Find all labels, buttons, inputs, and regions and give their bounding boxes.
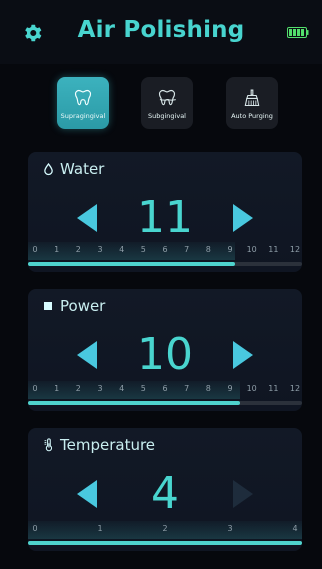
- water-label: Water: [60, 159, 105, 178]
- water-scale-tick: 12: [289, 245, 301, 254]
- arrow-left-icon: [77, 204, 97, 232]
- temperature-panel: Temperature 4 0 1 2 3 4: [28, 428, 302, 551]
- thermometer-icon: [42, 438, 54, 452]
- water-header: Water: [42, 160, 104, 178]
- water-scale-tick: 3: [97, 245, 103, 254]
- brush-icon: [241, 87, 263, 109]
- arrow-left-icon: [77, 480, 97, 508]
- water-track[interactable]: [28, 262, 302, 266]
- temperature-increase-button[interactable]: [229, 477, 257, 511]
- water-scale[interactable]: 0 1 2 3 4 5 6 7 8 9 10 11 12: [28, 242, 302, 268]
- power-scale-tick: 7: [184, 384, 190, 393]
- gear-icon: [25, 24, 42, 42]
- water-scale-tick: 9: [227, 245, 233, 254]
- water-scale-tick: 5: [140, 245, 146, 254]
- power-scale-tick: 8: [205, 384, 211, 393]
- page-title: Air Polishing: [77, 17, 245, 43]
- mode-label: Auto Purging: [231, 111, 273, 120]
- power-scale-tick: 10: [246, 384, 257, 393]
- mode-auto-purging[interactable]: Auto Purging: [226, 77, 278, 129]
- water-scale-tick: 0: [32, 245, 38, 254]
- settings-button[interactable]: [23, 22, 45, 44]
- water-scale-tick: 8: [205, 245, 211, 254]
- power-scale-tick: 4: [119, 384, 125, 393]
- mode-selector: Supragingival Subgingival Auto Purging: [0, 72, 322, 134]
- mode-label: Subgingival: [148, 111, 186, 120]
- temperature-scale[interactable]: 0 1 2 3 4: [28, 521, 302, 547]
- power-scale-tick: 11: [268, 384, 279, 393]
- square-icon: [42, 299, 54, 313]
- water-track-fill: [28, 262, 235, 266]
- screen-root: Air Polishing Supragingival Subgingival …: [0, 0, 322, 569]
- water-scale-tick: 2: [75, 245, 81, 254]
- drop-icon: [42, 162, 54, 176]
- power-scale-tick: 0: [32, 384, 38, 393]
- water-controls: 11: [28, 194, 302, 242]
- battery-indicator: [287, 26, 309, 39]
- temperature-scale-tick: 0: [32, 524, 38, 533]
- mode-label: Supragingival: [60, 111, 106, 120]
- header-bar: Air Polishing: [0, 0, 322, 64]
- temperature-controls: 4: [28, 470, 302, 518]
- mode-supragingival[interactable]: Supragingival: [57, 77, 109, 129]
- temperature-header: Temperature: [42, 436, 155, 454]
- water-scale-tick: 7: [184, 245, 190, 254]
- temperature-decrease-button[interactable]: [73, 477, 101, 511]
- power-track-fill: [28, 401, 240, 405]
- water-scale-labels: 0 1 2 3 4 5 6 7 8 9 10 11 12: [28, 244, 302, 256]
- arrow-left-icon: [77, 341, 97, 369]
- power-value: 10: [137, 329, 193, 380]
- power-panel: Power 10 0 1 2 3 4 5 6 7 8 9 10 11 12: [28, 289, 302, 411]
- water-increase-button[interactable]: [229, 201, 257, 235]
- water-panel: Water 11 0 1 2 3 4 5 6 7 8 9 10 11 12: [28, 152, 302, 272]
- temperature-scale-tick: 3: [227, 524, 233, 533]
- water-scale-tick: 11: [268, 245, 279, 254]
- power-scale[interactable]: 0 1 2 3 4 5 6 7 8 9 10 11 12: [28, 381, 302, 407]
- temperature-scale-tick: 4: [292, 524, 298, 533]
- temperature-track-fill: [28, 541, 302, 545]
- power-scale-tick: 6: [162, 384, 168, 393]
- power-scale-tick: 5: [140, 384, 146, 393]
- power-header: Power: [42, 297, 105, 315]
- gum-tooth-icon: [156, 87, 178, 109]
- battery-icon: [287, 27, 309, 38]
- power-scale-tick: 3: [97, 384, 103, 393]
- arrow-right-icon: [233, 341, 253, 369]
- water-scale-tick: 4: [119, 245, 125, 254]
- water-decrease-button[interactable]: [73, 201, 101, 235]
- power-scale-tick: 1: [54, 384, 60, 393]
- power-scale-labels: 0 1 2 3 4 5 6 7 8 9 10 11 12: [28, 383, 302, 395]
- temperature-scale-labels: 0 1 2 3 4: [28, 523, 302, 535]
- tooth-icon: [72, 87, 94, 109]
- power-decrease-button[interactable]: [73, 338, 101, 372]
- power-increase-button[interactable]: [229, 338, 257, 372]
- water-scale-tick: 10: [246, 245, 257, 254]
- mode-subgingival[interactable]: Subgingival: [141, 77, 193, 129]
- power-label: Power: [60, 296, 106, 315]
- water-scale-tick: 1: [54, 245, 60, 254]
- temperature-track[interactable]: [28, 541, 302, 545]
- power-scale-tick: 12: [289, 384, 301, 393]
- water-scale-tick: 6: [162, 245, 168, 254]
- temperature-scale-tick: 2: [162, 524, 168, 533]
- arrow-right-icon: [233, 480, 253, 508]
- power-controls: 10: [28, 331, 302, 379]
- water-value: 11: [137, 192, 193, 243]
- power-scale-tick: 2: [75, 384, 81, 393]
- temperature-label: Temperature: [60, 435, 156, 454]
- temperature-scale-tick: 1: [97, 524, 103, 533]
- temperature-value: 4: [151, 468, 179, 519]
- arrow-right-icon: [233, 204, 253, 232]
- power-track[interactable]: [28, 401, 302, 405]
- power-scale-tick: 9: [227, 384, 233, 393]
